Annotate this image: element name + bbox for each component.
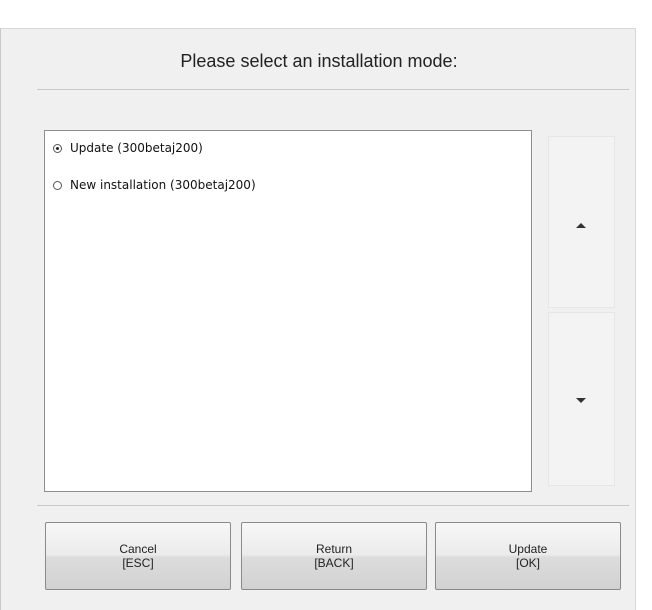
dialog-title: Please select an installation mode: xyxy=(180,51,458,71)
update-button[interactable]: Update [OK] xyxy=(435,522,621,590)
button-divider xyxy=(37,505,629,506)
option-new-installation[interactable]: New installation (300betaj200) xyxy=(53,176,256,194)
scroll-down-button[interactable] xyxy=(548,312,615,486)
cancel-button-label: Cancel xyxy=(119,542,157,556)
cancel-button[interactable]: Cancel [ESC] xyxy=(45,522,231,590)
arrow-down-icon xyxy=(576,398,586,403)
installation-dialog: Please select an installation mode: Upda… xyxy=(0,28,636,610)
return-button-key: [BACK] xyxy=(314,556,354,570)
option-update-label: Update (300betaj200) xyxy=(70,141,203,155)
option-update[interactable]: Update (300betaj200) xyxy=(53,139,203,157)
title-divider xyxy=(37,89,629,90)
update-button-key: [OK] xyxy=(515,556,540,570)
radio-selected-icon[interactable] xyxy=(53,143,62,153)
return-button[interactable]: Return [BACK] xyxy=(241,522,427,590)
update-button-label: Update xyxy=(508,542,548,556)
cancel-button-key: [ESC] xyxy=(122,556,154,570)
return-button-label: Return xyxy=(315,542,353,556)
radio-unselected-icon[interactable] xyxy=(53,180,62,190)
option-new-installation-label: New installation (300betaj200) xyxy=(70,178,256,192)
scroll-up-button[interactable] xyxy=(548,136,615,308)
arrow-up-icon xyxy=(576,223,586,228)
installation-mode-list[interactable]: Update (300betaj200) New installation (3… xyxy=(44,130,532,492)
